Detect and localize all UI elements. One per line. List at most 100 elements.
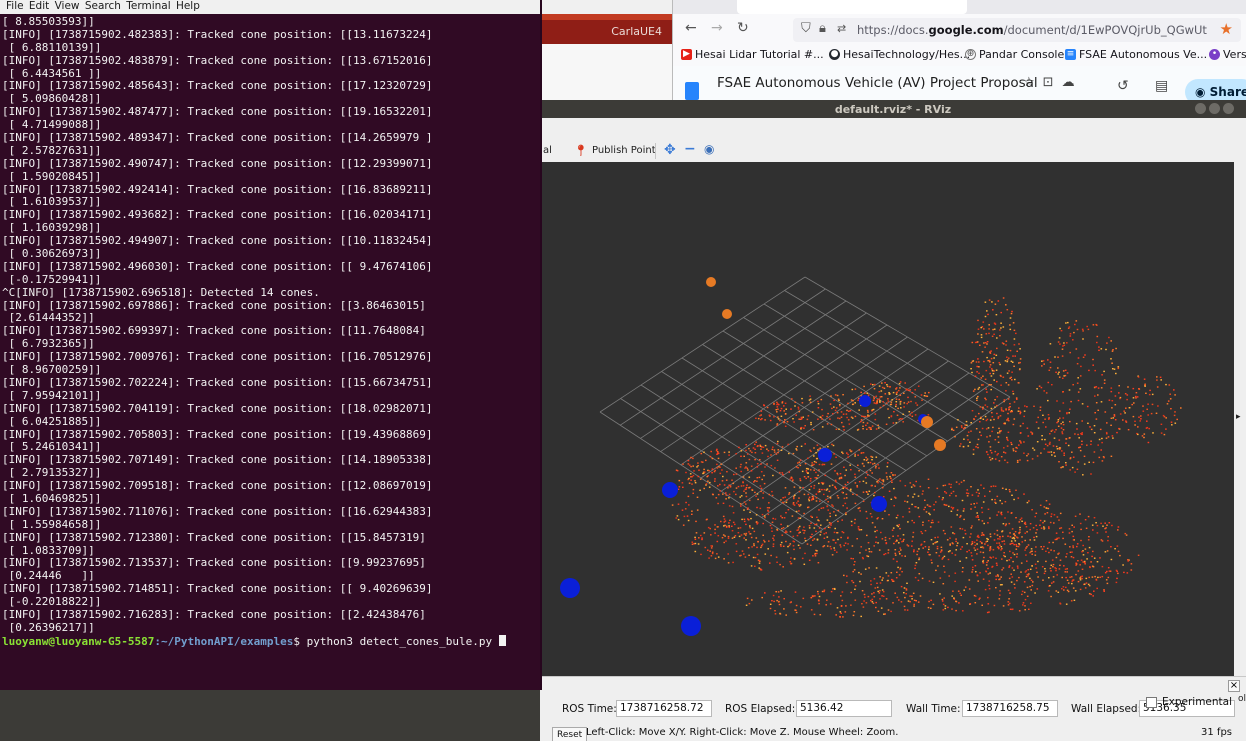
lidar-point	[1061, 588, 1063, 590]
browser-active-tab[interactable]	[737, 0, 967, 14]
lidar-point	[820, 524, 822, 526]
reset-button[interactable]: Reset	[552, 727, 588, 741]
lidar-point	[930, 521, 933, 524]
toolbar-partial-label[interactable]: al	[543, 145, 552, 156]
minimize-icon[interactable]	[1195, 103, 1206, 114]
shell-prompt[interactable]: luoyanw@luoyanw-G5-5587:~/PythonAPI/exam…	[2, 634, 540, 648]
add-tool-icon[interactable]: ✥	[664, 142, 676, 158]
lidar-point	[858, 470, 860, 472]
lidar-point	[984, 415, 987, 418]
lidar-point	[781, 527, 783, 530]
lidar-point	[930, 599, 932, 601]
lidar-point	[1009, 324, 1011, 326]
lidar-point	[840, 605, 843, 607]
google-docs-icon[interactable]	[685, 82, 699, 100]
lidar-point	[834, 486, 837, 489]
url-text[interactable]: https://docs.google.com/document/d/1EwPO…	[857, 23, 1207, 37]
bookmark-item[interactable]: ≡ FSAE Autonomous Ve...	[1065, 48, 1207, 61]
lidar-point	[922, 547, 924, 549]
wall-time-field[interactable]: 1738716258.75	[962, 700, 1058, 717]
reload-icon[interactable]: ↻	[737, 20, 749, 36]
comments-icon[interactable]: ▤	[1155, 78, 1168, 94]
lidar-point	[1058, 439, 1061, 441]
lidar-point	[1062, 421, 1064, 423]
terminal-menu-items[interactable]: File Edit View Search Terminal Help	[6, 0, 200, 12]
shield-icon[interactable]: ⛉	[801, 21, 811, 36]
url-bar[interactable]: ⛉ 🔒︎ ⇄ https://docs.google.com/document/…	[793, 18, 1241, 42]
lidar-point	[747, 518, 749, 520]
lidar-point	[774, 467, 776, 469]
lidar-point	[1077, 560, 1079, 562]
expand-arrow-icon[interactable]: ▸	[1236, 412, 1241, 422]
move-folder-icon[interactable]: ⊡	[1043, 75, 1062, 90]
lidar-point	[1011, 379, 1013, 381]
lock-icon[interactable]: 🔒︎	[819, 21, 826, 36]
lidar-point	[707, 549, 709, 551]
lidar-point	[850, 469, 852, 471]
rviz-3d-viewport[interactable]	[540, 162, 1234, 676]
close-icon[interactable]	[1223, 103, 1234, 114]
back-arrow-icon[interactable]: ←	[685, 20, 697, 36]
lidar-point	[952, 590, 954, 592]
bookmark-item[interactable]: ▶ Hesai Lidar Tutorial #...	[681, 48, 824, 61]
lidar-point	[798, 510, 800, 512]
doc-title[interactable]: FSAE Autonomous Vehicle (AV) Project Pro…	[717, 75, 1038, 91]
lidar-point	[993, 322, 996, 324]
lidar-point	[961, 546, 963, 548]
remove-tool-icon[interactable]: −	[684, 141, 696, 157]
lidar-point	[930, 539, 933, 541]
lidar-point	[1074, 433, 1076, 435]
ros-time-field[interactable]: 1738716258.72	[616, 700, 712, 717]
lidar-point	[716, 467, 719, 469]
lidar-point	[942, 583, 945, 585]
bookmark-item[interactable]: ● HesaiTechnology/Hes...	[829, 48, 970, 61]
lidar-point	[856, 486, 859, 488]
forward-arrow-icon[interactable]: →	[711, 20, 723, 36]
bookmark-item[interactable]: ⊕ Pandar Console	[965, 48, 1064, 61]
lidar-point	[775, 556, 778, 558]
blue-cone-marker	[818, 448, 832, 462]
lidar-point	[814, 553, 816, 555]
lidar-point	[818, 469, 820, 471]
lidar-point	[967, 439, 969, 441]
lidar-point	[762, 492, 765, 494]
checkbox-box[interactable]	[1146, 696, 1157, 708]
terminal-body[interactable]: [ 8.85503593]] [INFO] [1738715902.482383]…	[0, 14, 540, 690]
bookmark-item[interactable]: • Vers	[1209, 48, 1246, 61]
lidar-point	[746, 597, 749, 600]
lidar-point	[1032, 527, 1035, 529]
lidar-point	[902, 421, 904, 423]
history-icon[interactable]: ↺	[1117, 78, 1129, 94]
lidar-point	[842, 504, 844, 507]
lidar-point	[899, 480, 902, 482]
publish-point-tool[interactable]: 📍︎ Publish Point	[574, 144, 656, 157]
rviz-titlebar[interactable]: default.rviz* - RViz	[540, 100, 1246, 118]
lidar-point	[872, 408, 875, 411]
cloud-status-icon[interactable]: ☁︎	[1062, 75, 1083, 90]
lidar-point	[966, 424, 968, 426]
lidar-point	[995, 314, 998, 316]
lidar-point	[1053, 431, 1056, 433]
eye-icon[interactable]: ◉	[704, 142, 714, 156]
carla-window-titlebar[interactable]: CarlaUE4	[540, 14, 672, 44]
close-panel-icon[interactable]: ×	[1228, 680, 1240, 692]
lidar-point	[1050, 564, 1053, 566]
lidar-point	[790, 408, 792, 410]
lidar-point	[1007, 431, 1010, 433]
ros-elapsed-field[interactable]: 5136.42	[796, 700, 892, 717]
permissions-icon[interactable]: ⇄	[837, 22, 846, 35]
experimental-checkbox[interactable]: Experimental	[1146, 696, 1232, 708]
terminal-window[interactable]: File Edit View Search Terminal Help [ 8.…	[0, 0, 542, 690]
star-icon[interactable]: ☆	[1023, 75, 1043, 90]
lidar-point	[1165, 417, 1167, 419]
lidar-point	[841, 421, 843, 424]
star-icon[interactable]: ★	[1220, 20, 1233, 38]
lidar-point	[830, 522, 832, 524]
lidar-point	[771, 600, 773, 602]
lidar-point	[885, 542, 888, 545]
lidar-point	[1077, 357, 1080, 359]
lidar-point	[974, 595, 977, 597]
maximize-icon[interactable]	[1209, 103, 1220, 114]
lidar-point	[1001, 530, 1004, 532]
lidar-point	[987, 567, 989, 570]
